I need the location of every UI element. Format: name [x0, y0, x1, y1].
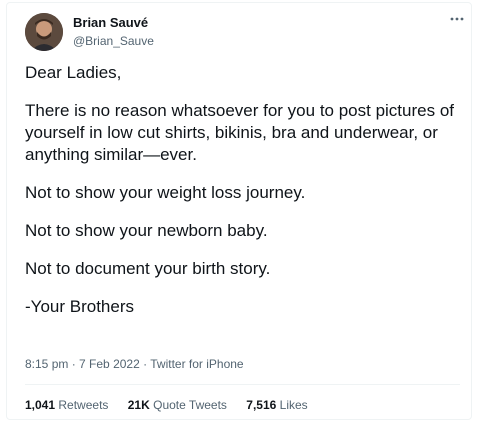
tweet-paragraph: There is no reason whatsoever for you to… [25, 101, 455, 164]
tweet-date[interactable]: 7 Feb 2022 [79, 357, 140, 371]
likes-stat[interactable]: 7,516 Likes [246, 398, 307, 412]
likes-count: 7,516 [246, 398, 277, 412]
quote-tweets-stat[interactable]: 21K Quote Tweets [128, 398, 227, 412]
tweet-time[interactable]: 8:15 pm [25, 357, 68, 371]
tweet-source[interactable]: Twitter for iPhone [150, 357, 243, 371]
tweet-stats: 1,041 Retweets 21K Quote Tweets 7,516 Li… [25, 398, 324, 412]
quotes-count: 21K [127, 398, 150, 412]
tweet-paragraph: Not to document your birth story. [25, 259, 271, 278]
tweet-paragraph: Not to show your newborn baby. [25, 221, 268, 240]
likes-label: Likes [279, 398, 308, 412]
divider [25, 384, 460, 385]
meta-separator: · [143, 357, 148, 371]
avatar[interactable] [25, 13, 63, 51]
tweet-paragraph: Not to show your weight loss journey. [25, 183, 306, 202]
retweets-stat[interactable]: 1,041 Retweets [25, 398, 108, 412]
tweet-paragraph: Dear Ladies, [25, 63, 122, 82]
tweet-paragraph: -Your Brothers [25, 297, 134, 316]
author-handle[interactable]: @Brian_Sauve [73, 34, 154, 48]
meta-separator: · [71, 357, 76, 371]
tweet-text: Dear Ladies, There is no reason whatsoev… [25, 62, 470, 334]
more-horizontal-icon[interactable] [449, 12, 465, 26]
retweets-label: Retweets [58, 398, 109, 412]
quotes-label: Quote Tweets [153, 398, 227, 412]
author-name[interactable]: Brian Sauvé [73, 15, 148, 30]
tweet-meta: 8:15 pm · 7 Feb 2022 · Twitter for iPhon… [25, 357, 244, 371]
retweets-count: 1,041 [25, 398, 56, 412]
